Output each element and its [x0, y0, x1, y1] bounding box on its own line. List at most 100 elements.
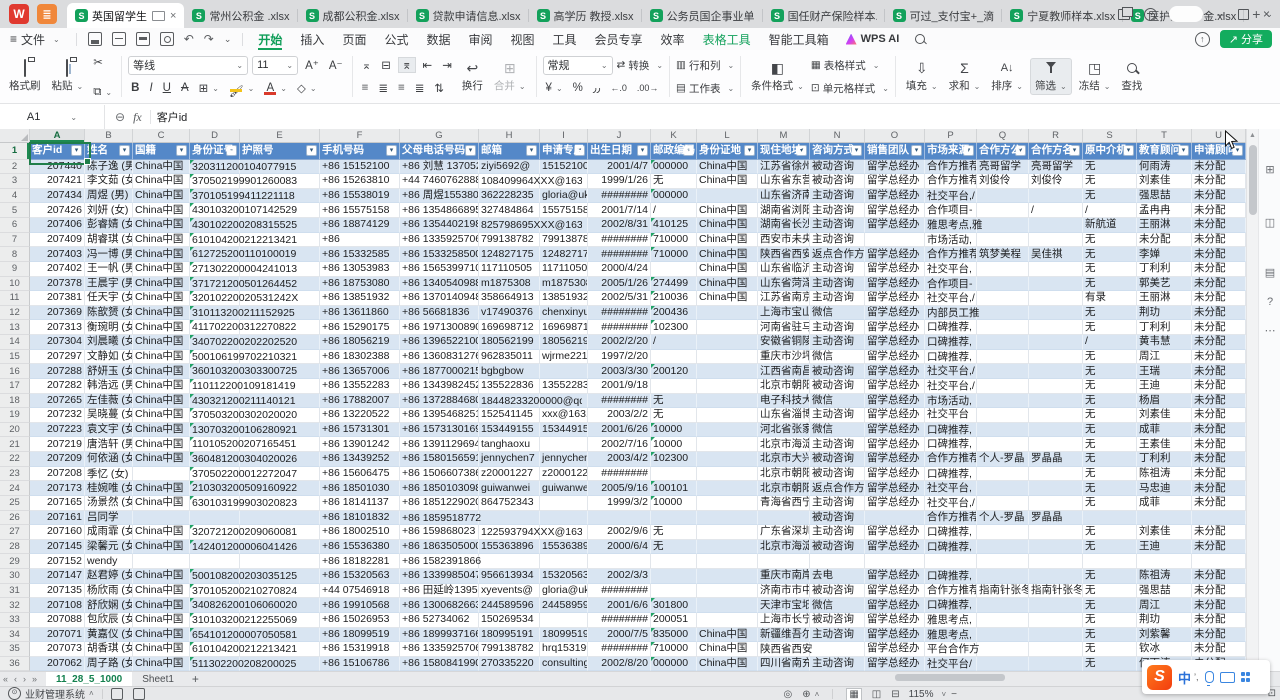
- cell[interactable]: 王素佳: [1137, 437, 1192, 452]
- cell[interactable]: 610104200212213421: [190, 642, 240, 657]
- cell[interactable]: 成菲: [1137, 423, 1192, 438]
- cell[interactable]: 天津市宝坻: [758, 598, 810, 613]
- cell[interactable]: 2002/3/3: [588, 569, 651, 584]
- cell[interactable]: 留学总经办: [865, 320, 925, 335]
- row-header-23[interactable]: 23: [0, 467, 30, 482]
- cell[interactable]: 430102200208315525: [190, 218, 240, 233]
- window-layout-icon[interactable]: [1118, 9, 1130, 20]
- cell[interactable]: 138519326: [540, 291, 588, 306]
- cell[interactable]: [697, 335, 758, 350]
- cell[interactable]: gloria@uk: [540, 189, 588, 204]
- cell[interactable]: [1029, 525, 1083, 540]
- cell[interactable]: 2002/9/6: [588, 525, 651, 540]
- cell[interactable]: [697, 554, 758, 569]
- row-header-2[interactable]: 2: [0, 160, 30, 175]
- ime-toolbox-icon[interactable]: [1241, 672, 1251, 682]
- filter-dropdown-icon[interactable]: ▾: [744, 145, 755, 156]
- cell[interactable]: 主动咨询: [810, 277, 865, 292]
- cell[interactable]: +86 56681836: [400, 306, 479, 321]
- cell[interactable]: 上海市宝山: [758, 306, 810, 321]
- cell[interactable]: 安徽省铜陵: [758, 335, 810, 350]
- cell[interactable]: wjrme221: [540, 350, 588, 365]
- cell[interactable]: 无: [1083, 642, 1137, 657]
- cell[interactable]: 630103199903020823: [190, 496, 240, 511]
- merge-cells-button[interactable]: ⊞合并⌄: [490, 59, 530, 94]
- cell[interactable]: 无: [1083, 584, 1137, 599]
- cell[interactable]: [1029, 569, 1083, 584]
- cell[interactable]: 陕西省西安: [758, 247, 810, 262]
- cell[interactable]: China中国: [133, 525, 190, 540]
- cell[interactable]: 152541145: [479, 408, 540, 423]
- align-left-icon[interactable]: ≡: [359, 82, 372, 94]
- cell[interactable]: +86 19910568: [320, 598, 400, 613]
- cell[interactable]: China中国: [133, 364, 190, 379]
- cell[interactable]: 孟冉冉: [1137, 203, 1192, 218]
- column-header-N[interactable]: N: [810, 129, 865, 143]
- cell[interactable]: 微信: [810, 394, 865, 409]
- cell[interactable]: 留学总经办: [865, 437, 925, 452]
- cell[interactable]: China中国: [133, 657, 190, 671]
- cell[interactable]: 江西省南昌: [758, 364, 810, 379]
- cell[interactable]: [697, 306, 758, 321]
- cell[interactable]: 135522836: [540, 379, 588, 394]
- cell[interactable]: /: [1083, 335, 1137, 350]
- cell[interactable]: 无: [1083, 394, 1137, 409]
- redo-icon[interactable]: ↷: [204, 32, 214, 46]
- cell[interactable]: 207071: [30, 628, 85, 643]
- cell[interactable]: 被动咨询: [810, 540, 865, 555]
- cell[interactable]: [540, 496, 588, 511]
- cell[interactable]: [1029, 218, 1083, 233]
- cell[interactable]: 有录: [1083, 291, 1137, 306]
- cell[interactable]: +86 15026953: [320, 613, 400, 628]
- column-header-P[interactable]: P: [925, 129, 977, 143]
- cell[interactable]: 1999/3/2: [588, 496, 651, 511]
- cell[interactable]: +86 1971300890: [400, 320, 479, 335]
- cell[interactable]: +86 1395468251: [400, 408, 479, 423]
- cell[interactable]: [1029, 394, 1083, 409]
- cell[interactable]: 612725200110100019: [190, 247, 240, 262]
- decrease-indent-icon[interactable]: ⇤: [420, 58, 436, 72]
- menu-item-视图[interactable]: 视图: [502, 28, 544, 50]
- cell[interactable]: 口碑推荐,: [925, 598, 977, 613]
- header-cell[interactable]: ▾销售团队: [865, 143, 925, 160]
- cell[interactable]: [540, 613, 588, 628]
- cell[interactable]: z20001227: [540, 467, 588, 482]
- share-button[interactable]: ↗ 分享: [1220, 30, 1272, 48]
- cell[interactable]: China中国: [697, 642, 758, 657]
- cell[interactable]: +86 15536380: [320, 540, 400, 555]
- cell[interactable]: [697, 452, 758, 467]
- cell[interactable]: 郭美艺: [1137, 277, 1192, 292]
- cell[interactable]: +86 15332585: [320, 247, 400, 262]
- cell[interactable]: 指南针张冬: [977, 584, 1029, 599]
- cell[interactable]: [697, 350, 758, 365]
- cell[interactable]: [697, 481, 758, 496]
- cell[interactable]: 10000: [651, 437, 697, 452]
- cell[interactable]: 未分配: [1192, 540, 1246, 555]
- cell[interactable]: 无: [651, 394, 697, 409]
- cell[interactable]: 654101200007050581: [190, 628, 240, 643]
- cell[interactable]: 102300: [651, 320, 697, 335]
- column-header-A[interactable]: A: [30, 129, 85, 143]
- cell[interactable]: [1029, 598, 1083, 613]
- cell[interactable]: guiwanwei: [540, 481, 588, 496]
- system-label[interactable]: 业财管理系统: [25, 686, 85, 700]
- cell[interactable]: 207378: [30, 277, 85, 292]
- cell[interactable]: +86 1851229020: [400, 496, 479, 511]
- cell[interactable]: 市场活动,: [925, 233, 977, 248]
- cell[interactable]: [1029, 437, 1083, 452]
- cell[interactable]: China中国: [133, 481, 190, 496]
- cell[interactable]: 310113200211152925: [190, 306, 240, 321]
- cell[interactable]: [190, 554, 240, 569]
- print-preview-icon[interactable]: [160, 32, 174, 46]
- close-button[interactable]: ×: [1263, 7, 1270, 21]
- cell[interactable]: 罗晶晶: [1029, 511, 1083, 526]
- cell[interactable]: 李文茹 (女: [85, 174, 133, 189]
- cell[interactable]: 271302200004241013: [190, 262, 240, 277]
- cell[interactable]: ########: [588, 394, 651, 409]
- cell[interactable]: 口碑推荐,: [925, 320, 977, 335]
- cell[interactable]: +86 15575158: [320, 203, 400, 218]
- cell[interactable]: 被动咨询: [810, 584, 865, 599]
- cell[interactable]: [1029, 408, 1083, 423]
- cell[interactable]: 衡琬明 (女: [85, 320, 133, 335]
- menu-item-表格工具[interactable]: 表格工具: [694, 28, 760, 50]
